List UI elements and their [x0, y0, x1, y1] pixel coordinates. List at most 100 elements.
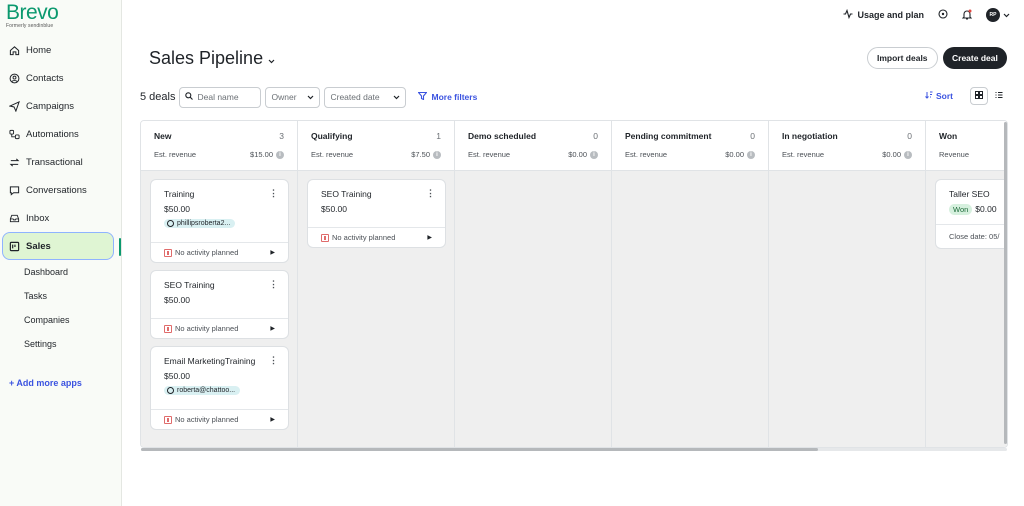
- add-more-apps-link[interactable]: + Add more apps: [9, 378, 82, 388]
- help-icon[interactable]: [938, 9, 948, 21]
- create-deal-button[interactable]: Create deal: [943, 47, 1007, 69]
- vertical-scrollbar[interactable]: [1004, 122, 1007, 444]
- deal-card[interactable]: Training $50.00 phillipsroberta2... ⋮ No…: [150, 179, 289, 263]
- stage-header[interactable]: Pending commitment 0 Est. revenue $0.00 i: [612, 121, 768, 171]
- revenue-label: Est. revenue: [468, 150, 511, 159]
- search-placeholder: Deal name: [197, 92, 239, 102]
- deal-card[interactable]: Taller SEO Won $0.00 Close date: 05/: [935, 179, 1007, 249]
- info-icon[interactable]: i: [433, 150, 441, 159]
- info-icon[interactable]: i: [276, 150, 284, 159]
- contact-email: phillipsroberta2...: [177, 220, 231, 227]
- sidebar-item-transactional[interactable]: Transactional: [0, 148, 122, 176]
- caret-right-icon[interactable]: ▶: [270, 416, 275, 423]
- account-menu[interactable]: RP: [986, 8, 1010, 22]
- sidebar-item-sales[interactable]: Sales: [2, 232, 121, 260]
- revenue-value: $0.00: [568, 150, 587, 159]
- stage-header[interactable]: Demo scheduled 0 Est. revenue $0.00 i: [455, 121, 611, 171]
- sidebar-subitem-dashboard[interactable]: Dashboard: [0, 260, 122, 284]
- activity-text: No activity planned: [175, 415, 239, 424]
- deal-card[interactable]: Email MarketingTraining $50.00 roberta@c…: [150, 346, 289, 430]
- deal-card[interactable]: SEO Training $50.00 ⋮ No activity planne…: [150, 270, 289, 339]
- stage-header[interactable]: Won Revenue: [926, 121, 1007, 171]
- deal-name: Training: [164, 189, 195, 199]
- stage-title: Pending commitment: [625, 131, 712, 141]
- revenue-value: $15.00: [250, 150, 273, 159]
- revenue-value: $0.00: [725, 150, 744, 159]
- deal-name: SEO Training: [164, 280, 215, 290]
- send-icon: [8, 100, 20, 112]
- sidebar-item-automations[interactable]: Automations: [0, 120, 122, 148]
- stage-title: In negotiation: [782, 131, 838, 141]
- brevo-logo[interactable]: Brevo Formerly sendinblue: [6, 1, 59, 29]
- notification-bell-icon[interactable]: [961, 9, 973, 22]
- sidebar-subitem-companies[interactable]: Companies: [0, 308, 122, 332]
- stage-header[interactable]: Qualifying 1 Est. revenue $7.50 i: [298, 121, 454, 171]
- info-icon[interactable]: i: [904, 150, 912, 159]
- stage-column-qualifying: Qualifying 1 Est. revenue $7.50 i SEO Train…: [298, 121, 455, 447]
- sidebar-item-home[interactable]: Home: [0, 36, 122, 64]
- page-title-text: Sales Pipeline: [149, 48, 264, 68]
- revenue-value: $0.00: [882, 150, 901, 159]
- import-deals-button[interactable]: Import deals: [867, 47, 938, 69]
- stage-body: Training $50.00 phillipsroberta2... ⋮ No…: [141, 171, 297, 447]
- stage-count: 0: [593, 131, 598, 141]
- usage-label: Usage and plan: [857, 10, 924, 20]
- calendar-icon: [164, 324, 172, 333]
- activity-row[interactable]: No activity planned ▶: [151, 409, 288, 429]
- more-options-icon[interactable]: ⋮: [269, 188, 278, 199]
- activity-row[interactable]: No activity planned ▶: [308, 227, 445, 247]
- chat-icon: [8, 184, 20, 196]
- stage-column-won: Won Revenue Taller SEO Won $0.00 Close da…: [926, 121, 1007, 447]
- more-options-icon[interactable]: ⋮: [269, 279, 278, 290]
- sidebar-item-contacts[interactable]: Contacts: [0, 64, 122, 92]
- stage-header[interactable]: New 3 Est. revenue $15.00 i: [141, 121, 297, 171]
- info-icon[interactable]: i: [590, 150, 598, 159]
- list-icon: [995, 91, 1003, 101]
- grid-icon: [975, 91, 983, 101]
- contact-chip[interactable]: roberta@chattoo...: [164, 386, 241, 395]
- avatar: RP: [986, 8, 1000, 22]
- brand-name: Brevo: [6, 1, 59, 24]
- sidebar-item-campaigns[interactable]: Campaigns: [0, 92, 122, 120]
- info-icon[interactable]: i: [747, 150, 755, 159]
- caret-right-icon[interactable]: ▶: [270, 249, 275, 256]
- caret-right-icon[interactable]: ▶: [427, 234, 432, 241]
- sidebar-item-conversations[interactable]: Conversations: [0, 176, 122, 204]
- owner-dropdown[interactable]: Owner: [265, 86, 321, 108]
- more-options-icon[interactable]: ⋮: [426, 188, 435, 199]
- more-filters-button[interactable]: More filters: [417, 91, 478, 102]
- stage-count: 0: [907, 131, 912, 141]
- sidebar-subitem-settings[interactable]: Settings: [0, 332, 122, 356]
- horizontal-scrollbar[interactable]: [141, 448, 818, 451]
- page-title[interactable]: Sales Pipeline: [149, 48, 275, 69]
- more-filters-label: More filters: [431, 92, 478, 102]
- sidebar-item-label: Conversations: [26, 184, 87, 196]
- stage-title: Qualifying: [311, 131, 353, 141]
- activity-row[interactable]: No activity planned ▶: [151, 242, 288, 262]
- active-indicator: [119, 238, 121, 256]
- deal-value: $50.00: [164, 295, 190, 305]
- activity-row[interactable]: No activity planned ▶: [151, 318, 288, 338]
- sidebar-item-label: Home: [26, 44, 52, 56]
- user-icon: [167, 387, 174, 394]
- revenue-value: $7.50: [411, 150, 430, 159]
- sort-button[interactable]: Sort: [925, 91, 953, 101]
- caret-right-icon[interactable]: ▶: [270, 325, 275, 332]
- kanban-view-button[interactable]: [970, 87, 988, 105]
- view-toggle: [970, 87, 1008, 105]
- stage-column-pending-commitment: Pending commitment 0 Est. revenue $0.00 i: [612, 121, 769, 447]
- sidebar-subitem-tasks[interactable]: Tasks: [0, 284, 122, 308]
- sidebar-item-label: Automations: [26, 128, 79, 140]
- activity-text: No activity planned: [332, 233, 396, 242]
- sidebar: Brevo Formerly sendinblue Home Contacts …: [0, 0, 122, 506]
- stage-header[interactable]: In negotiation 0 Est. revenue $0.00 i: [769, 121, 925, 171]
- deal-search-input[interactable]: Deal name: [179, 86, 262, 108]
- more-options-icon[interactable]: ⋮: [269, 355, 278, 366]
- sidebar-item-label: Inbox: [26, 212, 50, 224]
- deal-card[interactable]: SEO Training $50.00 ⋮ No activity planne…: [307, 179, 446, 248]
- contact-chip[interactable]: phillipsroberta2...: [164, 219, 236, 228]
- list-view-button[interactable]: [990, 87, 1008, 105]
- usage-and-plan-button[interactable]: Usage and plan: [843, 8, 924, 21]
- created-date-dropdown[interactable]: Created date: [324, 86, 407, 108]
- sidebar-item-inbox[interactable]: Inbox: [0, 204, 122, 232]
